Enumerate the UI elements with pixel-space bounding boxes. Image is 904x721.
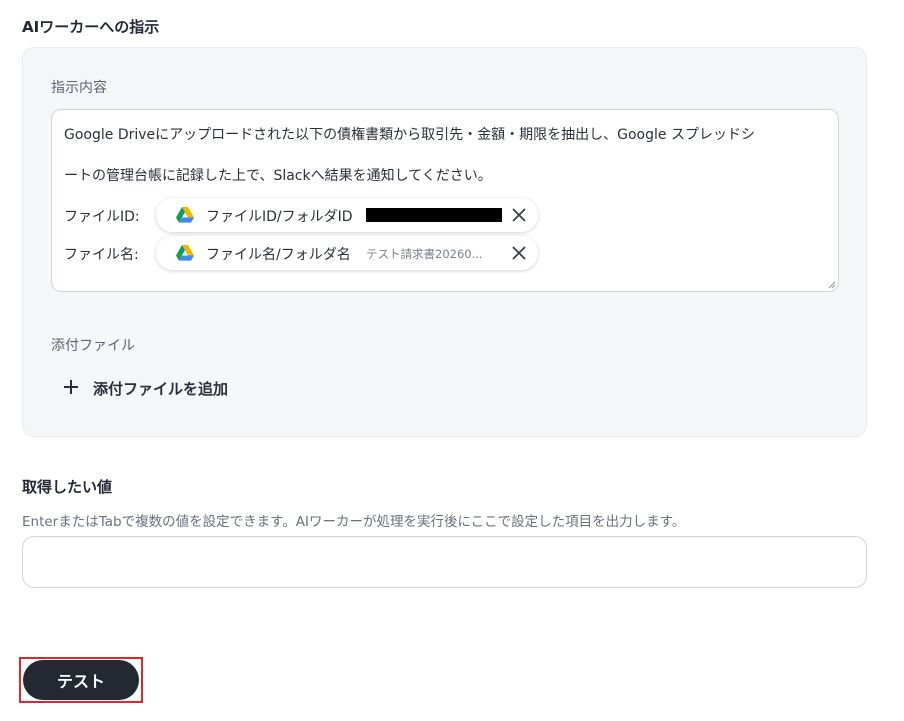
google-drive-icon bbox=[176, 207, 194, 223]
add-attachment-label: 添付ファイルを追加 bbox=[93, 380, 229, 398]
instruction-panel: 指示内容 Google Driveにアップロードされた以下の債権書類から取引先・… bbox=[22, 47, 867, 437]
attachments-label: 添付ファイル bbox=[51, 338, 135, 354]
variable-row-file-id: ファイルID: ファイルID/フォルダID bbox=[64, 198, 664, 232]
variable-row-file-name: ファイル名: ファイル名/フォルダ名 テスト請求書20260... bbox=[64, 236, 664, 270]
values-help-text: EnterまたはTabで複数の値を設定できます。AIワーカーが処理を実行後にここ… bbox=[22, 514, 686, 530]
test-button[interactable]: テスト bbox=[23, 660, 139, 700]
values-input[interactable] bbox=[22, 536, 867, 588]
variable-label: ファイル名: bbox=[64, 247, 139, 263]
chip-title: ファイルID/フォルダID bbox=[206, 209, 353, 225]
close-icon[interactable] bbox=[510, 244, 528, 262]
variable-chip-file-id[interactable]: ファイルID/フォルダID bbox=[156, 198, 538, 232]
variable-chip-file-name[interactable]: ファイル名/フォルダ名 テスト請求書20260... bbox=[156, 236, 538, 270]
variable-label: ファイルID: bbox=[64, 209, 140, 225]
chip-value: テスト請求書20260... bbox=[366, 247, 483, 261]
page: AIワーカーへの指示 指示内容 Google Driveにアップロードされた以下… bbox=[0, 0, 904, 721]
plus-icon bbox=[64, 380, 78, 394]
values-title: 取得したい値 bbox=[22, 478, 113, 496]
google-drive-icon bbox=[176, 245, 194, 261]
section-title: AIワーカーへの指示 bbox=[22, 18, 160, 36]
instruction-text-line: ートの管理台帳に記録した上で、Slackへ結果を通知してください。 bbox=[64, 168, 492, 184]
instruction-text-line: Google Driveにアップロードされた以下の債権書類から取引先・金額・期限… bbox=[64, 127, 755, 143]
instruction-label: 指示内容 bbox=[51, 80, 107, 96]
chip-title: ファイル名/フォルダ名 bbox=[206, 247, 351, 263]
close-icon[interactable] bbox=[510, 206, 528, 224]
resize-handle-icon[interactable] bbox=[826, 279, 836, 289]
instruction-textarea[interactable]: Google Driveにアップロードされた以下の債権書類から取引先・金額・期限… bbox=[51, 109, 839, 292]
redacted-value bbox=[366, 208, 502, 222]
add-attachment-button[interactable]: 添付ファイルを追加 bbox=[61, 374, 261, 402]
